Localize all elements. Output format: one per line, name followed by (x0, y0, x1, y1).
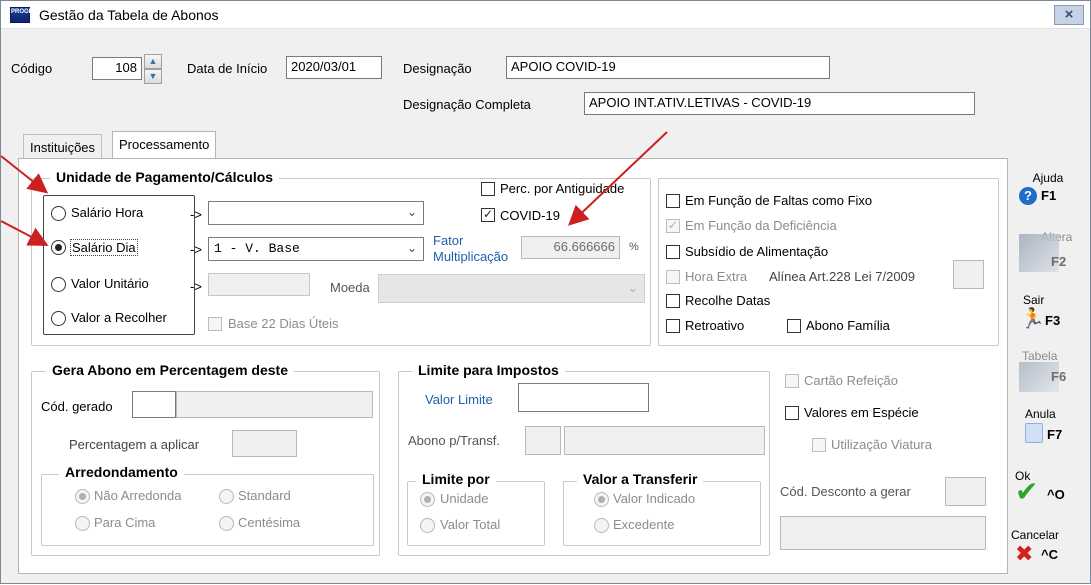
annotation-arrow-2 (1, 220, 49, 246)
annotation-arrows (1, 131, 668, 246)
abonos-window: PROGRAM Gestão da Tabela de Abonos × Cód… (0, 0, 1091, 584)
annotation-arrow-3 (568, 131, 668, 226)
annotation-arrow-1 (1, 155, 49, 194)
